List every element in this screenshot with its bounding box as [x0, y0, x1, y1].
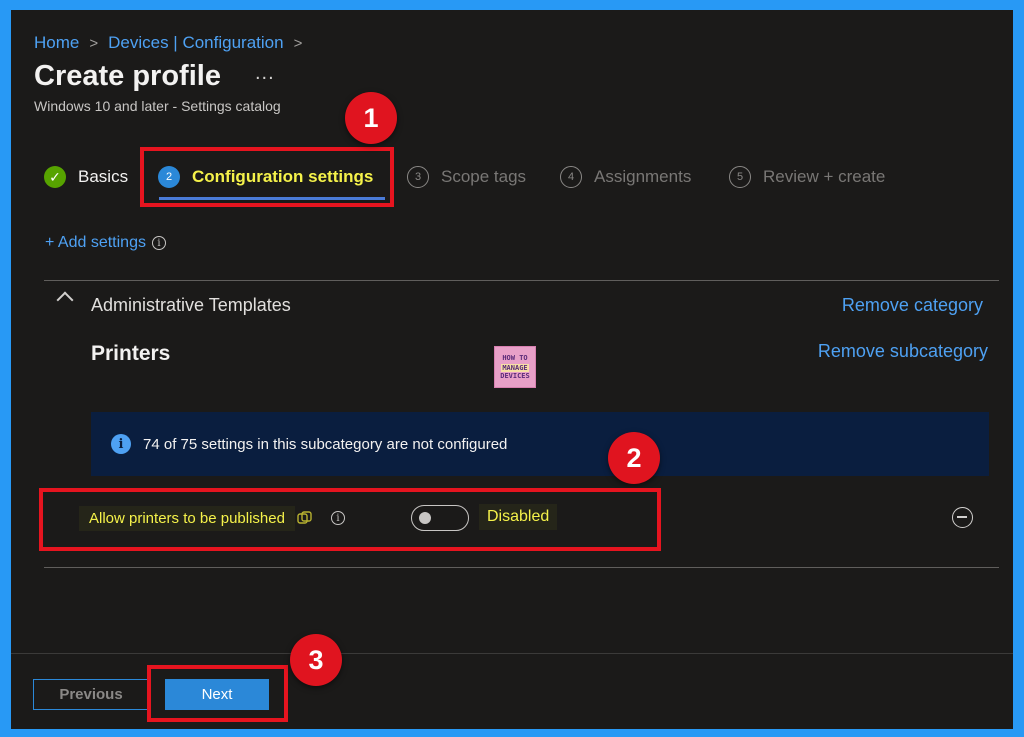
- breadcrumb-home[interactable]: Home: [34, 33, 79, 53]
- watermark-logo: HOW TO MANAGE DEVICES: [494, 346, 536, 388]
- tab-label: Assignments: [594, 167, 692, 186]
- tab-assignments[interactable]: 4 Assignments: [560, 166, 691, 188]
- remove-setting-icon[interactable]: [952, 507, 973, 528]
- callout-badge-1: 1: [345, 92, 397, 144]
- highlight-box-setting: [39, 488, 661, 551]
- divider: [44, 280, 999, 281]
- highlight-box-next: [147, 665, 288, 722]
- step-number-icon: 3: [407, 166, 429, 188]
- add-settings-link[interactable]: + Add settings i: [45, 234, 166, 252]
- tab-label: Review + create: [763, 167, 886, 186]
- breadcrumb: Home > Devices | Configuration >: [34, 33, 312, 53]
- tab-scope-tags[interactable]: 3 Scope tags: [407, 166, 526, 188]
- callout-badge-2: 2: [608, 432, 660, 484]
- callout-badge-3: 3: [290, 634, 342, 686]
- page-title: Create profile: [34, 60, 221, 92]
- step-number-icon: 5: [729, 166, 751, 188]
- check-icon: ✓: [44, 166, 66, 188]
- tab-label: Scope tags: [441, 167, 527, 186]
- breadcrumb-separator: >: [293, 34, 303, 52]
- previous-button[interactable]: Previous: [33, 679, 149, 710]
- info-banner-text: 74 of 75 settings in this subcategory ar…: [143, 435, 508, 453]
- info-banner: i 74 of 75 settings in this subcategory …: [91, 412, 989, 476]
- category-title: Administrative Templates: [91, 295, 291, 315]
- info-icon[interactable]: i: [151, 236, 166, 250]
- remove-category-link[interactable]: Remove category: [842, 295, 983, 316]
- info-icon: i: [111, 434, 131, 454]
- step-number-icon: 4: [560, 166, 582, 188]
- app-window: Home > Devices | Configuration > Create …: [11, 10, 1013, 729]
- divider: [44, 567, 999, 568]
- highlight-box-configuration-settings: [140, 147, 394, 207]
- tab-review-create[interactable]: 5 Review + create: [729, 166, 885, 188]
- tab-basics[interactable]: ✓ Basics: [44, 166, 128, 188]
- remove-subcategory-link[interactable]: Remove subcategory: [818, 341, 988, 362]
- footer-divider: [11, 653, 1013, 654]
- more-options-button[interactable]: ...: [255, 62, 275, 85]
- breadcrumb-devices-configuration[interactable]: Devices | Configuration: [108, 33, 283, 53]
- tab-label: Basics: [78, 167, 129, 186]
- add-settings-label: + Add settings: [45, 234, 146, 251]
- chevron-up-icon[interactable]: [56, 291, 74, 309]
- page-subtitle: Windows 10 and later - Settings catalog: [34, 98, 281, 114]
- subcategory-title: Printers: [91, 342, 171, 365]
- breadcrumb-separator: >: [89, 34, 99, 52]
